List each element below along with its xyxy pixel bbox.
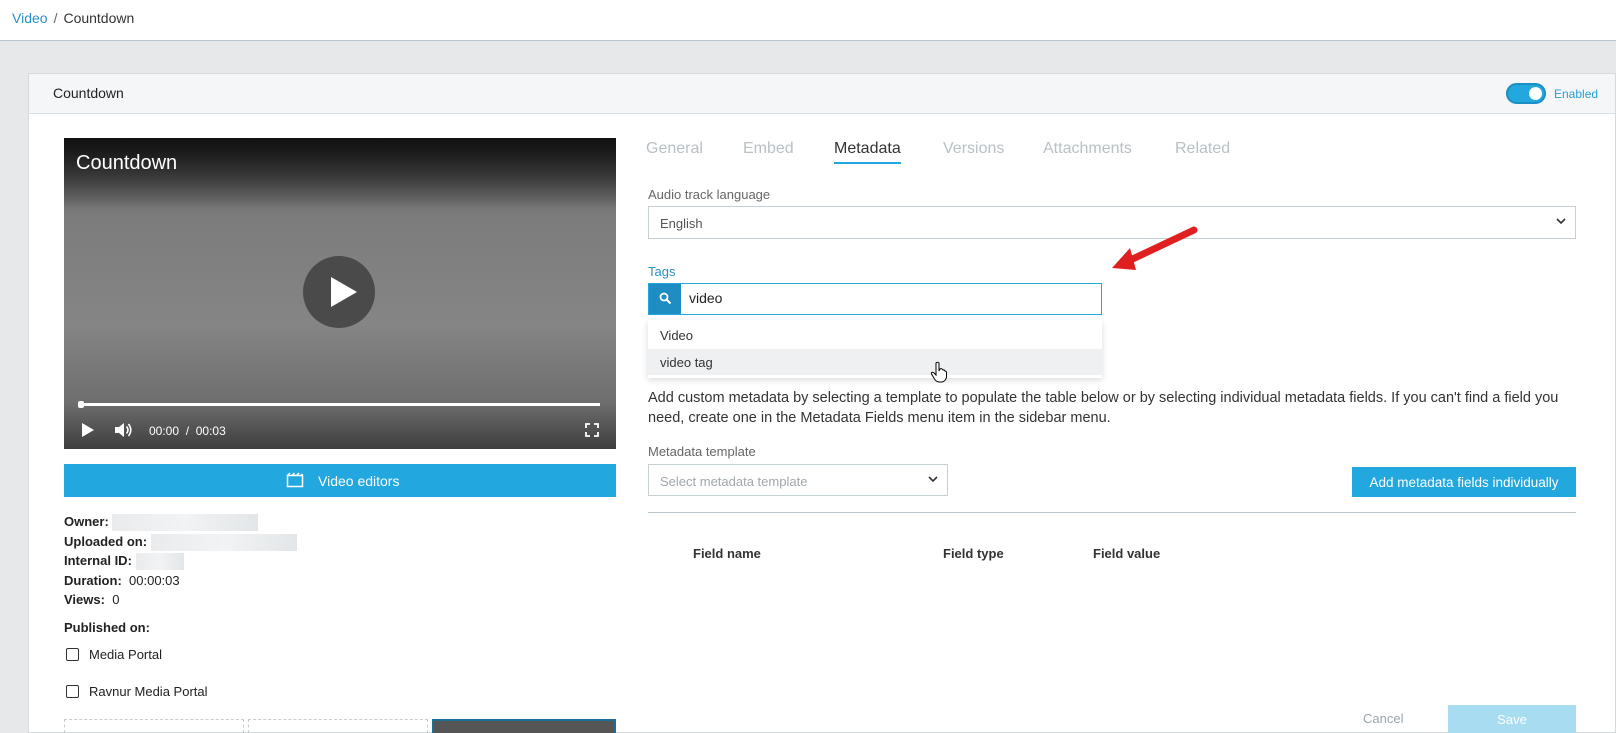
panel-title: Countdown	[53, 85, 124, 101]
tags-input[interactable]	[689, 290, 1089, 306]
time-display: 00:00 / 00:03	[149, 424, 226, 438]
seek-bar[interactable]	[78, 401, 600, 408]
breadcrumb-current: Countdown	[63, 10, 135, 26]
views-label: Views:	[64, 592, 105, 607]
internal-id-value-redacted	[135, 553, 184, 571]
uploaded-row: Uploaded on:	[64, 532, 297, 552]
tab-metadata[interactable]: Metadata	[834, 140, 901, 164]
current-time: 00:00	[149, 424, 180, 438]
hand-cursor-icon	[930, 361, 947, 383]
duration-time: 00:03	[195, 424, 226, 438]
top-bar: Video / Countdown	[0, 0, 1616, 41]
suggestion-item[interactable]: video tag	[648, 349, 1102, 375]
thumbnail-strip	[64, 719, 616, 733]
add-metadata-fields-button[interactable]: Add metadata fields individually	[1352, 467, 1576, 497]
play-control-icon[interactable]	[82, 423, 94, 437]
tags-label: Tags	[648, 264, 676, 279]
player-title: Countdown	[76, 152, 178, 174]
internal-id-label: Internal ID:	[64, 553, 132, 568]
enabled-label: Enabled	[1554, 87, 1599, 101]
column-field-value: Field value	[1093, 546, 1161, 561]
video-player[interactable]: Countdown 00:00 / 00:03	[64, 138, 616, 449]
owner-value-redacted	[112, 514, 259, 532]
tab-attachments[interactable]: Attachments	[1043, 140, 1132, 158]
thumbnail-slot[interactable]	[248, 719, 428, 733]
duration-label: Duration:	[64, 572, 122, 588]
panel-header: Countdown Enabled	[29, 74, 1615, 114]
tags-field[interactable]	[648, 283, 1102, 315]
search-icon	[659, 292, 672, 305]
metadata-template-select[interactable]: Select metadata template	[648, 464, 948, 496]
video-editors-label: Video editors	[318, 473, 400, 489]
tab-embed[interactable]: Embed	[743, 140, 794, 158]
video-editors-button[interactable]: Video editors	[64, 464, 616, 497]
breadcrumb-video-link[interactable]: Video	[12, 10, 48, 26]
internal-id-row: Internal ID:	[64, 551, 297, 571]
volume-icon[interactable]	[113, 420, 133, 440]
owner-row: Owner:	[64, 512, 297, 532]
breadcrumb: Video / Countdown	[12, 10, 134, 26]
tags-suggestions: Video video tag	[648, 320, 1102, 378]
duration-value: 00:00:03	[129, 572, 180, 588]
column-field-name: Field name	[693, 546, 761, 561]
fullscreen-icon[interactable]	[585, 423, 599, 437]
big-play-button[interactable]	[303, 256, 375, 328]
video-info: Owner: Uploaded on: Internal ID: Duratio…	[64, 512, 297, 610]
tags-search-button[interactable]	[649, 284, 681, 314]
metadata-template-placeholder: Select metadata template	[660, 474, 808, 489]
save-button[interactable]: Save	[1448, 705, 1576, 733]
views-value: 0	[112, 592, 120, 607]
audio-track-value: English	[660, 216, 703, 231]
cancel-button[interactable]: Cancel	[1363, 711, 1403, 726]
suggestion-item[interactable]: Video	[648, 322, 1102, 348]
duration-row: Duration: 00:00:03	[64, 571, 297, 591]
tab-general[interactable]: General	[646, 140, 703, 158]
uploaded-value-redacted	[150, 533, 297, 551]
uploaded-label: Uploaded on:	[64, 533, 148, 549]
media-portal-label: Media Portal	[89, 647, 162, 662]
media-portal-checkbox[interactable]	[66, 648, 79, 661]
time-separator: /	[185, 424, 190, 438]
seek-handle[interactable]	[78, 401, 84, 408]
chevron-down-icon	[928, 476, 938, 483]
metadata-help-text: Add custom metadata by selecting a templ…	[648, 390, 1559, 426]
column-field-type: Field type	[943, 546, 1004, 561]
views-row: Views: 0	[64, 590, 297, 610]
ravnur-media-portal-checkbox[interactable]	[66, 685, 79, 698]
thumbnail-selected[interactable]	[432, 719, 616, 733]
ravnur-media-portal-label: Ravnur Media Portal	[89, 684, 208, 699]
annotation-arrow-icon	[1112, 226, 1198, 270]
thumbnail-slot[interactable]	[64, 719, 244, 733]
film-icon	[286, 472, 304, 488]
published-on-label: Published on:	[64, 620, 150, 635]
chevron-down-icon	[1556, 218, 1566, 225]
tab-related[interactable]: Related	[1175, 140, 1230, 158]
divider	[648, 512, 1576, 513]
audio-track-label: Audio track language	[648, 187, 771, 202]
enabled-toggle[interactable]	[1506, 83, 1546, 104]
play-icon	[331, 277, 357, 307]
owner-label: Owner:	[64, 514, 109, 529]
toggle-knob	[1529, 87, 1542, 100]
tab-versions[interactable]: Versions	[943, 140, 1004, 158]
breadcrumb-separator: /	[53, 10, 58, 26]
metadata-template-label: Metadata template	[648, 444, 756, 459]
